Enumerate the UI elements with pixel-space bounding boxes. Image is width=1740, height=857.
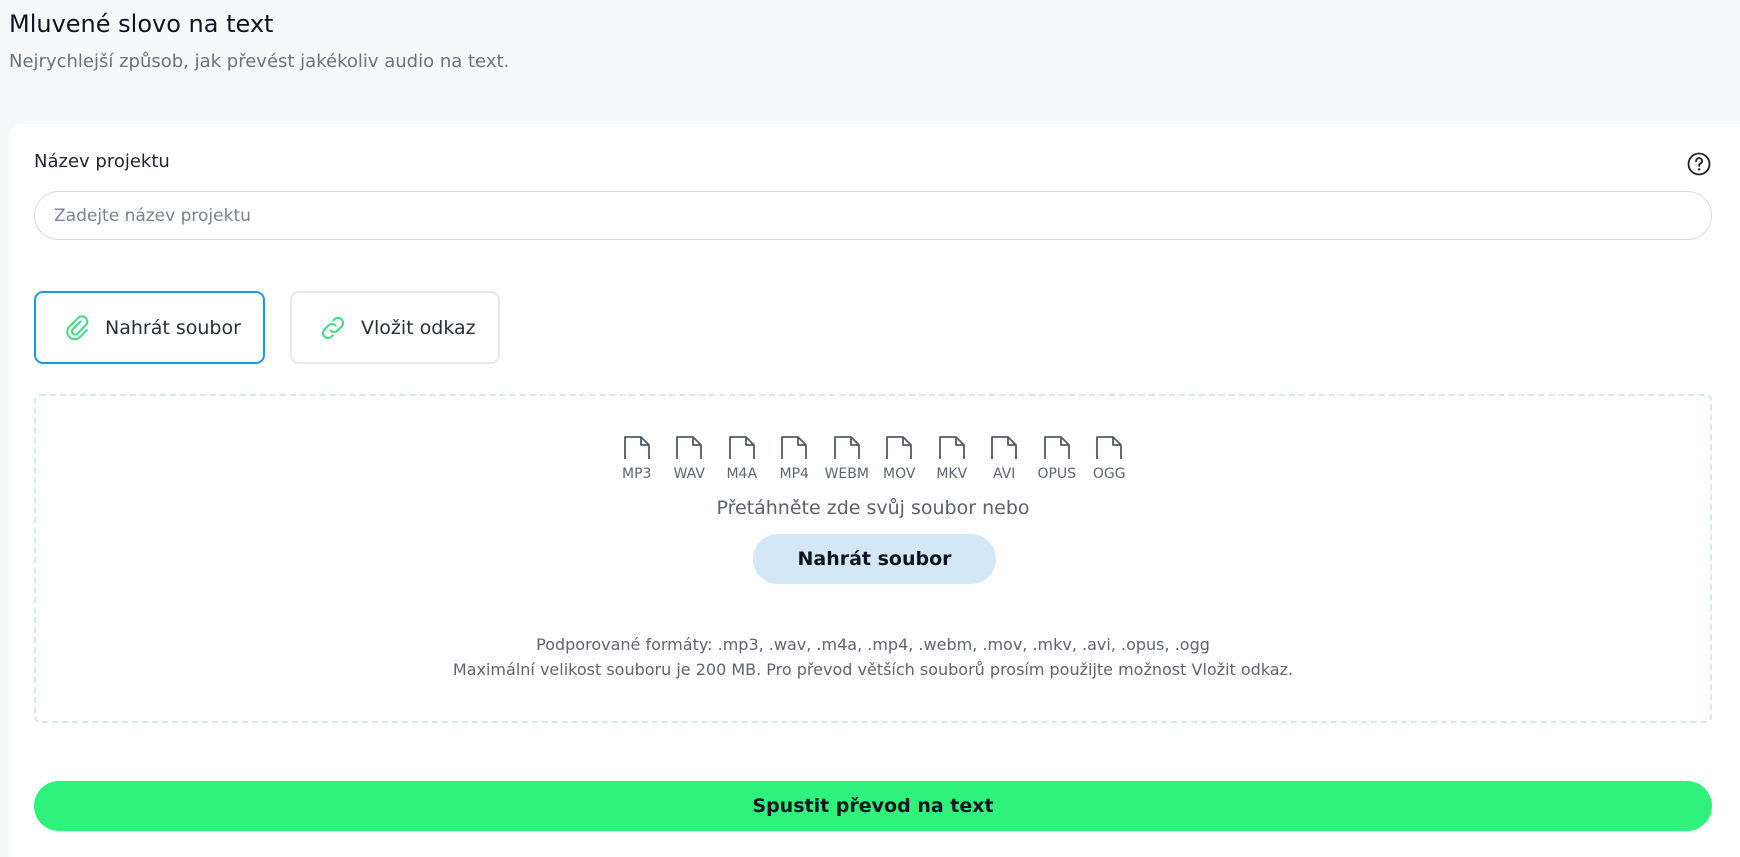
page-subtitle: Nejrychlejší způsob, jak převést jakékol… <box>9 51 510 72</box>
project-name-input[interactable] <box>34 191 1712 240</box>
format-label: WEBM <box>824 466 869 482</box>
transcription-form-card: Název projektu Nahrát soubor Vložit odka… <box>9 124 1740 857</box>
upload-file-button[interactable]: Nahrát soubor <box>753 534 996 584</box>
format-label: OPUS <box>1037 466 1077 482</box>
insert-link-mode-button[interactable]: Vložit odkaz <box>290 291 500 364</box>
page-title: Mluvené slovo na text <box>9 10 274 38</box>
question-circle-icon[interactable] <box>1686 151 1712 177</box>
format-item: MP4 <box>768 435 821 482</box>
upload-file-mode-button[interactable]: Nahrát soubor <box>34 291 265 364</box>
page-header: Mluvené slovo na text Nejrychlejší způso… <box>9 8 509 74</box>
format-icons: MP3 WAV M4A MP4 WEBM MOV MKV AVI OPUS OG… <box>36 435 1710 482</box>
format-label: MP4 <box>779 466 809 482</box>
file-icon <box>937 435 967 465</box>
file-icon <box>1042 435 1072 465</box>
format-item: OGG <box>1083 435 1136 482</box>
format-label: AVI <box>993 466 1016 482</box>
file-icon <box>832 435 862 465</box>
file-icon <box>1094 435 1124 465</box>
format-label: MKV <box>936 466 968 482</box>
file-dropzone[interactable]: MP3 WAV M4A MP4 WEBM MOV MKV AVI OPUS OG… <box>34 394 1712 723</box>
max-size-note: Maximální velikost souboru je 200 MB. Pr… <box>452 660 1294 679</box>
format-item: MKV <box>926 435 979 482</box>
format-item: WEBM <box>821 435 874 482</box>
format-item: WAV <box>663 435 716 482</box>
format-item: OPUS <box>1031 435 1084 482</box>
format-item: AVI <box>978 435 1031 482</box>
project-name-label: Název projektu <box>34 151 170 172</box>
format-label: MOV <box>883 466 916 482</box>
format-item: MOV <box>873 435 926 482</box>
supported-formats-text: Podporované formáty: .mp3, .wav, .m4a, .… <box>536 635 1210 654</box>
file-icon <box>622 435 652 465</box>
file-icon <box>989 435 1019 465</box>
paperclip-icon <box>63 314 91 342</box>
format-label: OGG <box>1092 466 1126 482</box>
drop-instruction: Přetáhněte zde svůj soubor nebo <box>716 497 1030 519</box>
format-item: MP3 <box>611 435 664 482</box>
format-item: M4A <box>716 435 769 482</box>
link-icon <box>319 314 347 342</box>
start-transcription-button[interactable]: Spustit převod na text <box>34 781 1712 831</box>
insert-link-mode-label: Vložit odkaz <box>361 316 476 339</box>
format-label: MP3 <box>622 466 652 482</box>
file-icon <box>884 435 914 465</box>
file-icon <box>727 435 757 465</box>
file-icon <box>674 435 704 465</box>
file-icon <box>779 435 809 465</box>
format-label: M4A <box>726 466 758 482</box>
format-label: WAV <box>673 466 705 482</box>
upload-file-mode-label: Nahrát soubor <box>105 316 241 339</box>
